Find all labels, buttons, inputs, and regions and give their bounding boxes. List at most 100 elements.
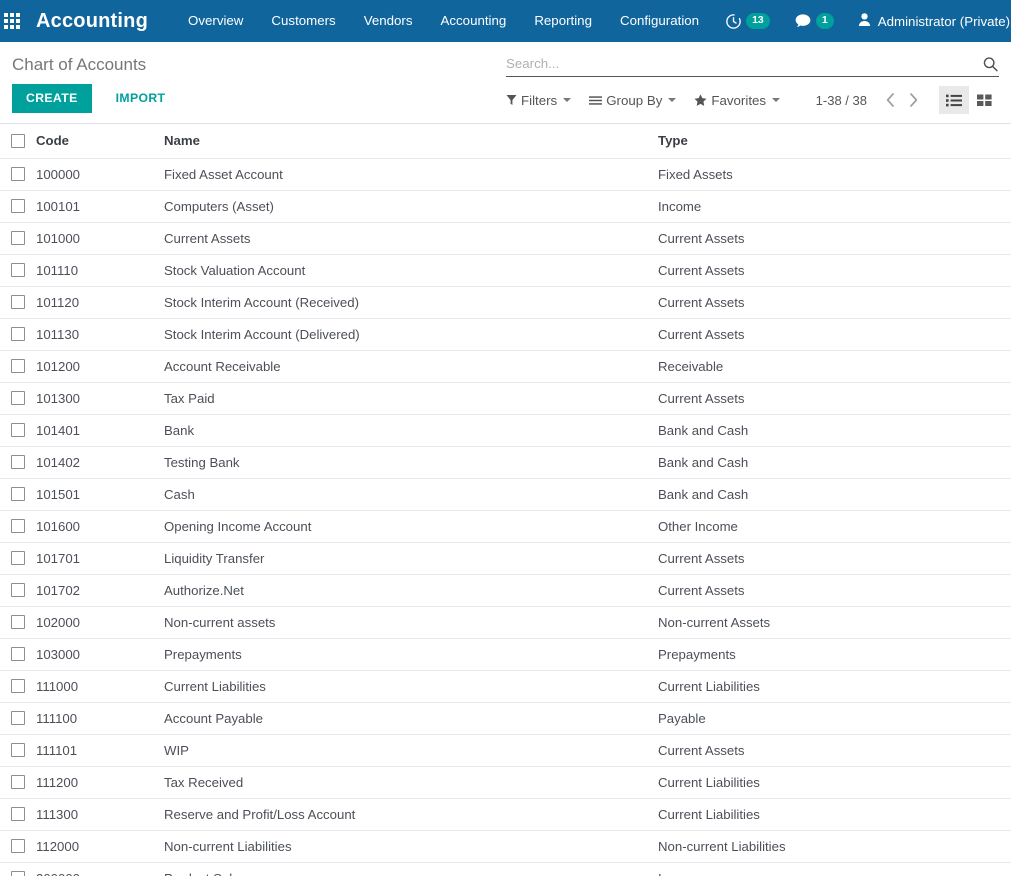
row-checkbox[interactable]: [11, 167, 25, 181]
cell-type: Current Assets: [658, 254, 1011, 287]
cell-code: 101402: [36, 446, 164, 479]
row-checkbox[interactable]: [11, 647, 25, 661]
table-row[interactable]: 100000 Fixed Asset Account Fixed Assets: [0, 158, 1011, 191]
column-header-name[interactable]: Name: [164, 124, 658, 159]
select-all-header: [0, 124, 36, 159]
row-checkbox[interactable]: [11, 551, 25, 565]
row-checkbox[interactable]: [11, 391, 25, 405]
menu-item-vendors[interactable]: Vendors: [350, 0, 427, 42]
chevron-down-icon: [772, 98, 781, 102]
table-row[interactable]: 103000 Prepayments Prepayments: [0, 638, 1011, 671]
table-row[interactable]: 111000 Current Liabilities Current Liabili…: [0, 670, 1011, 703]
cell-type: Fixed Assets: [658, 158, 1011, 191]
control-panel: Chart of Accounts CREATE IMPORT Search..…: [0, 42, 1011, 124]
create-button[interactable]: CREATE: [12, 84, 92, 113]
pager-next-button[interactable]: [902, 93, 925, 107]
favorites-dropdown[interactable]: Favorites: [694, 91, 786, 110]
row-select-cell: [0, 286, 36, 319]
table-row[interactable]: 111200 Tax Received Current Liabilities: [0, 766, 1011, 799]
table-row[interactable]: 101501 Cash Bank and Cash: [0, 478, 1011, 511]
row-checkbox[interactable]: [11, 263, 25, 277]
table-row[interactable]: 101200 Account Receivable Receivable: [0, 350, 1011, 383]
app-brand[interactable]: Accounting: [36, 10, 148, 33]
row-checkbox[interactable]: [11, 711, 25, 725]
table-row[interactable]: 111101 WIP Current Assets: [0, 734, 1011, 767]
row-select-cell: [0, 254, 36, 287]
kanban-view-icon[interactable]: [969, 86, 999, 114]
menu-item-reporting[interactable]: Reporting: [520, 0, 606, 42]
row-checkbox[interactable]: [11, 743, 25, 757]
table-row[interactable]: 100101 Computers (Asset) Income: [0, 190, 1011, 223]
table-row[interactable]: 111100 Account Payable Payable: [0, 702, 1011, 735]
list-view-icon[interactable]: [939, 86, 969, 114]
menu-item-customers[interactable]: Customers: [257, 0, 349, 42]
row-checkbox[interactable]: [11, 455, 25, 469]
import-button[interactable]: IMPORT: [104, 84, 178, 113]
row-checkbox[interactable]: [11, 583, 25, 597]
row-checkbox[interactable]: [11, 359, 25, 373]
search-input[interactable]: [506, 55, 976, 73]
star-icon: [694, 94, 707, 106]
select-all-checkbox[interactable]: [11, 133, 25, 148]
pager-previous-button[interactable]: [879, 93, 902, 107]
table-row[interactable]: 101600 Opening Income Account Other Income: [0, 510, 1011, 543]
cell-name: Account Receivable: [164, 350, 658, 383]
chevron-down-icon: [668, 98, 677, 102]
row-checkbox[interactable]: [11, 295, 25, 309]
table-row[interactable]: 101120 Stock Interim Account (Received) Cu…: [0, 286, 1011, 319]
action-buttons: CREATE IMPORT: [12, 84, 506, 123]
row-checkbox[interactable]: [11, 487, 25, 501]
view-switcher: [939, 86, 999, 114]
row-checkbox[interactable]: [11, 231, 25, 245]
row-select-cell: [0, 318, 36, 351]
table-row[interactable]: 101401 Bank Bank and Cash: [0, 414, 1011, 447]
table-row[interactable]: 111300 Reserve and Profit/Loss Account Cur…: [0, 798, 1011, 831]
user-menu-button[interactable]: Administrator (Private): [846, 12, 1011, 31]
group-by-dropdown[interactable]: Group By: [589, 91, 682, 110]
top-navbar: Accounting Overview Customers Vendors Ac…: [0, 0, 1011, 42]
messages-button[interactable]: 1: [782, 13, 846, 29]
menu-item-configuration[interactable]: Configuration: [606, 0, 713, 42]
table-row[interactable]: 101701 Liquidity Transfer Current Assets: [0, 542, 1011, 575]
table-row[interactable]: 101110 Stock Valuation Account Current Ass…: [0, 254, 1011, 287]
table-row[interactable]: 101702 Authorize.Net Current Assets: [0, 574, 1011, 607]
menu-item-accounting[interactable]: Accounting: [427, 0, 521, 42]
row-checkbox[interactable]: [11, 775, 25, 789]
chevron-down-icon: [563, 98, 572, 102]
search-bar: [506, 55, 999, 77]
filters-dropdown[interactable]: Filters: [506, 91, 577, 110]
table-row[interactable]: 101402 Testing Bank Bank and Cash: [0, 446, 1011, 479]
column-header-type[interactable]: Type: [658, 124, 1011, 159]
row-checkbox[interactable]: [11, 839, 25, 853]
cell-code: 103000: [36, 638, 164, 671]
row-checkbox[interactable]: [11, 327, 25, 341]
table-row[interactable]: 101000 Current Assets Current Assets: [0, 222, 1011, 255]
cell-type: Current Assets: [658, 318, 1011, 351]
menu-item-overview[interactable]: Overview: [174, 0, 257, 42]
cell-code: 111100: [36, 702, 164, 735]
cell-type: Non-current Liabilities: [658, 830, 1011, 863]
row-checkbox[interactable]: [11, 423, 25, 437]
cell-type: Bank and Cash: [658, 414, 1011, 447]
table-row[interactable]: 101130 Stock Interim Account (Delivered) C…: [0, 318, 1011, 351]
row-checkbox[interactable]: [11, 807, 25, 821]
chat-bubble-icon: [794, 13, 812, 29]
row-checkbox[interactable]: [11, 199, 25, 213]
cell-name: Stock Interim Account (Delivered): [164, 318, 658, 351]
table-row[interactable]: 200000Product SalesIncome: [0, 862, 1011, 876]
search-icon[interactable]: [976, 56, 999, 73]
table-row[interactable]: 112000 Non-current Liabilities Non-current…: [0, 830, 1011, 863]
cell-name: Testing Bank: [164, 446, 658, 479]
cell-name: Bank: [164, 414, 658, 447]
table-row[interactable]: 102000 Non-current assets Non-current Asse…: [0, 606, 1011, 639]
activities-button[interactable]: 13: [713, 13, 782, 30]
cell-type: Current Assets: [658, 286, 1011, 319]
row-checkbox[interactable]: [11, 519, 25, 533]
row-checkbox[interactable]: [11, 615, 25, 629]
column-header-code[interactable]: Code: [36, 124, 164, 159]
row-checkbox[interactable]: [11, 679, 25, 693]
table-row[interactable]: 101300 Tax Paid Current Assets: [0, 382, 1011, 415]
apps-grid-icon[interactable]: [4, 0, 20, 42]
cell-name: Tax Paid: [164, 382, 658, 415]
row-checkbox[interactable]: [11, 871, 25, 876]
